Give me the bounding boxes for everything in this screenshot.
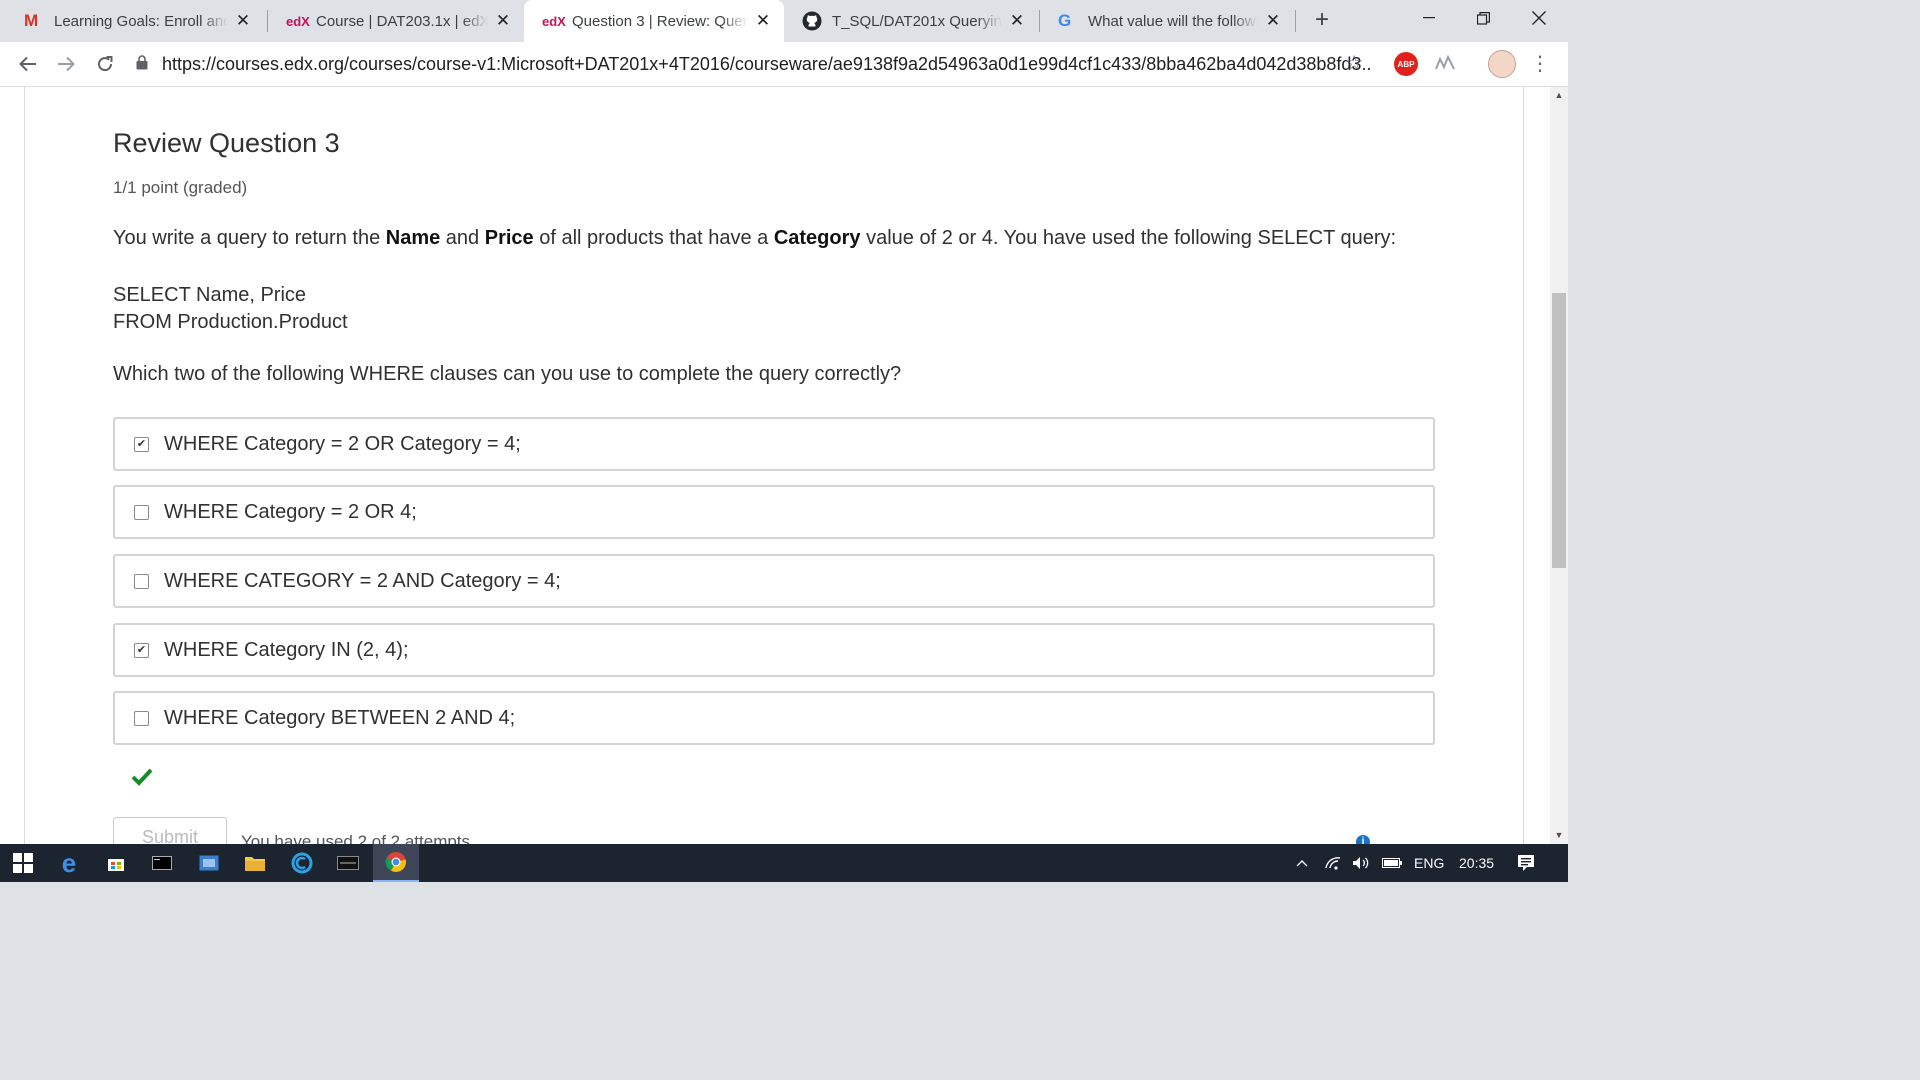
tab-separator [1295, 10, 1296, 32]
close-tab-icon[interactable]: ✕ [494, 11, 512, 31]
app-icon[interactable] [186, 844, 232, 882]
clock[interactable]: 20:35 [1459, 844, 1494, 882]
address-bar[interactable]: https://courses.edx.org/courses/course-v… [136, 47, 1372, 81]
query-line: FROM Production.Product [113, 311, 348, 333]
checkbox[interactable]: ✔ [134, 436, 149, 452]
submit-button[interactable]: Submit [113, 817, 227, 844]
tab-title: Learning Goals: Enroll and c [54, 12, 228, 30]
problem-question: Which two of the following WHERE clauses… [113, 363, 902, 385]
answer-option-4[interactable]: ✔ WHERE Category IN (2, 4); [113, 623, 1435, 677]
checkbox[interactable] [134, 504, 149, 520]
tab-title: T_SQL/DAT201x Querying w [832, 12, 1002, 30]
tab-review-question[interactable]: edX Question 3 | Review: Queryi ✕ [524, 0, 784, 42]
chrome-icon[interactable] [373, 844, 419, 882]
scroll-up-icon[interactable]: ▲ [1550, 87, 1568, 104]
answer-label: WHERE Category IN (2, 4); [164, 638, 409, 661]
tab-gmail[interactable]: M Learning Goals: Enroll and c ✕ [6, 0, 264, 42]
sql-tool-icon[interactable] [325, 844, 371, 882]
close-tab-icon[interactable]: ✕ [1008, 11, 1026, 31]
windows-start-icon[interactable] [0, 844, 46, 882]
vertical-scrollbar[interactable]: ▲ ▼ [1550, 87, 1568, 844]
terminal-icon[interactable] [139, 844, 185, 882]
answer-option-1[interactable]: ✔ WHERE Category = 2 OR Category = 4; [113, 417, 1435, 471]
checkbox[interactable]: ✔ [134, 642, 149, 658]
query-line: SELECT Name, Price [113, 284, 307, 306]
volume-icon[interactable] [1352, 844, 1372, 882]
extension-icon[interactable] [1434, 54, 1456, 73]
attempts-text: You have used 2 of 2 attempts [241, 832, 471, 844]
tray-chevron-icon[interactable] [1296, 844, 1308, 882]
lock-icon [136, 55, 152, 73]
checkbox[interactable] [134, 710, 149, 726]
answer-label: WHERE CATEGORY = 2 AND Category = 4; [164, 569, 561, 592]
close-window-icon[interactable] [1512, 0, 1566, 36]
edge-browser-icon[interactable]: e [46, 844, 92, 882]
adblock-plus-icon[interactable]: ABP [1394, 52, 1418, 76]
close-tab-icon[interactable]: ✕ [1264, 11, 1282, 31]
google-icon: G [1058, 11, 1072, 30]
gmail-icon: M [24, 11, 39, 30]
language-indicator[interactable]: ENG [1414, 844, 1444, 882]
scrollbar-thumb[interactable] [1552, 293, 1566, 568]
wifi-icon[interactable] [1324, 844, 1342, 882]
tab-google-search[interactable]: G What value will the followin ✕ [1040, 0, 1294, 42]
correct-checkmark-icon [131, 762, 153, 793]
back-arrow-icon[interactable] [14, 50, 42, 78]
kebab-menu-icon[interactable]: ⋮ [1530, 50, 1550, 78]
scroll-down-icon[interactable]: ▼ [1550, 827, 1568, 844]
windows-taskbar: e ENG 20:35 [0, 844, 1568, 882]
profile-avatar[interactable] [1488, 50, 1516, 78]
restore-icon[interactable] [1456, 0, 1510, 36]
answer-option-2[interactable]: WHERE Category = 2 OR 4; [113, 485, 1435, 539]
edx-icon: edX [286, 13, 310, 29]
browser-toolbar: https://courses.edx.org/courses/course-v… [0, 42, 1568, 87]
problem-prompt: You write a query to return the Name and… [113, 227, 1397, 249]
reload-icon[interactable] [91, 50, 119, 78]
query-code: SELECT Name, Price FROM Production.Produ… [113, 282, 348, 336]
battery-icon[interactable] [1382, 844, 1402, 882]
edx-icon: edX [542, 13, 566, 29]
notifications-icon[interactable] [1517, 844, 1535, 882]
store-icon[interactable] [93, 844, 139, 882]
answer-label: WHERE Category = 2 OR Category = 4; [164, 432, 521, 455]
file-explorer-icon[interactable] [232, 844, 278, 882]
page-content: Review Question 3 1/1 point (graded) You… [0, 87, 1550, 844]
url-text: https://courses.edx.org/courses/course-v… [161, 53, 1372, 74]
tab-strip: M Learning Goals: Enroll and c ✕ edX Cou… [0, 0, 1568, 42]
problem-points: 1/1 point (graded) [113, 178, 248, 197]
answer-label: WHERE Category BETWEEN 2 AND 4; [164, 706, 516, 729]
app-circle-icon[interactable] [279, 844, 325, 882]
tab-title: What value will the followin [1088, 12, 1258, 30]
minimize-icon[interactable] [1402, 0, 1456, 36]
bookmark-star-icon[interactable]: ☆ [1340, 50, 1368, 78]
answer-option-3[interactable]: WHERE CATEGORY = 2 AND Category = 4; [113, 554, 1435, 608]
tab-title: Question 3 | Review: Queryi [572, 12, 748, 30]
answer-option-5[interactable]: WHERE Category BETWEEN 2 AND 4; [113, 691, 1435, 745]
answer-label: WHERE Category = 2 OR 4; [164, 500, 417, 523]
info-icon[interactable]: i [1356, 835, 1370, 844]
tab-title: Course | DAT203.1x | edX [316, 12, 488, 30]
github-icon [802, 11, 824, 31]
forward-arrow-icon[interactable] [52, 50, 80, 78]
close-tab-icon[interactable]: ✕ [754, 11, 772, 31]
tab-edx-course[interactable]: edX Course | DAT203.1x | edX ✕ [268, 0, 524, 42]
tab-github[interactable]: T_SQL/DAT201x Querying w ✕ [784, 0, 1038, 42]
close-tab-icon[interactable]: ✕ [234, 11, 252, 31]
new-tab-button[interactable]: + [1308, 6, 1336, 34]
problem-title: Review Question 3 [113, 128, 340, 158]
checkbox[interactable] [134, 573, 149, 589]
